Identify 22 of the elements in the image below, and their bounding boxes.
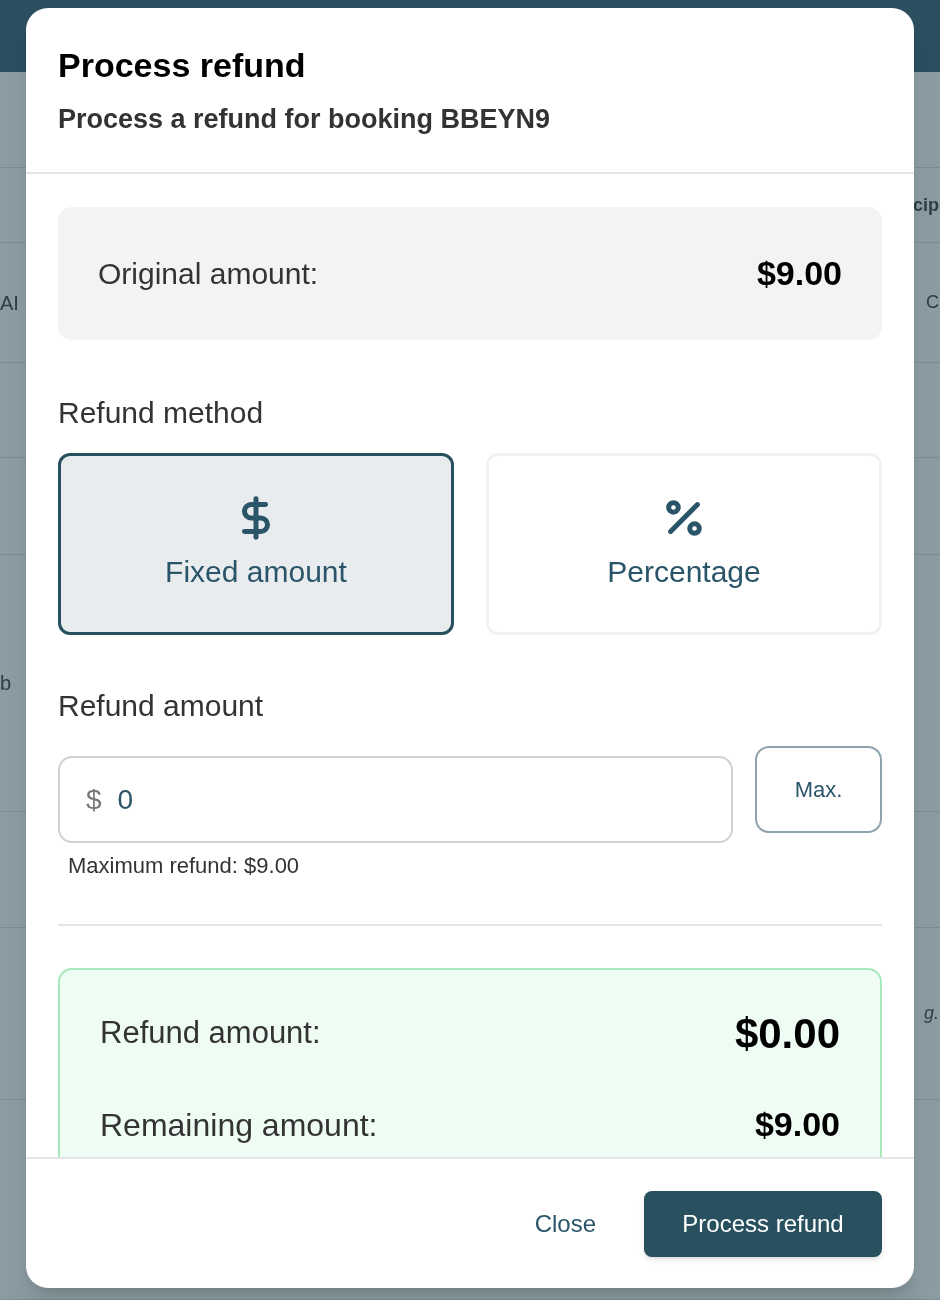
dialog-title: Process refund xyxy=(58,45,307,86)
maximum-refund-hint: Maximum refund: $9.00 xyxy=(68,852,301,880)
refund-amount-label: Refund amount xyxy=(58,688,265,724)
refund-method-option[interactable]: Percentage xyxy=(486,453,882,635)
background-text: b xyxy=(0,672,12,694)
summary-value: $0.00 xyxy=(734,1009,840,1059)
background-text: C xyxy=(926,291,939,314)
summary-value: $9.00 xyxy=(754,1104,840,1145)
background-text: AI xyxy=(0,291,19,314)
refund-amount-field[interactable]: $ 0 xyxy=(58,756,733,843)
process-refund-button[interactable]: Process refund xyxy=(644,1190,882,1257)
original-amount-label: Original amount: xyxy=(98,256,319,292)
background-text: cip xyxy=(913,193,939,217)
summary-label: Refund amount: xyxy=(100,1014,321,1053)
refund-method-option[interactable]: Fixed amount xyxy=(58,453,454,635)
original-amount-value: $9.00 xyxy=(756,253,842,294)
max-button[interactable]: Max. xyxy=(755,746,882,833)
summary-label: Remaining amount: xyxy=(100,1105,378,1145)
refund-method-label: Refund method xyxy=(58,395,265,431)
background-text: g. xyxy=(924,1002,939,1025)
close-button[interactable]: Close xyxy=(518,1190,612,1257)
dialog-subtitle: Process a refund for booking BBEYN9 xyxy=(58,102,552,136)
